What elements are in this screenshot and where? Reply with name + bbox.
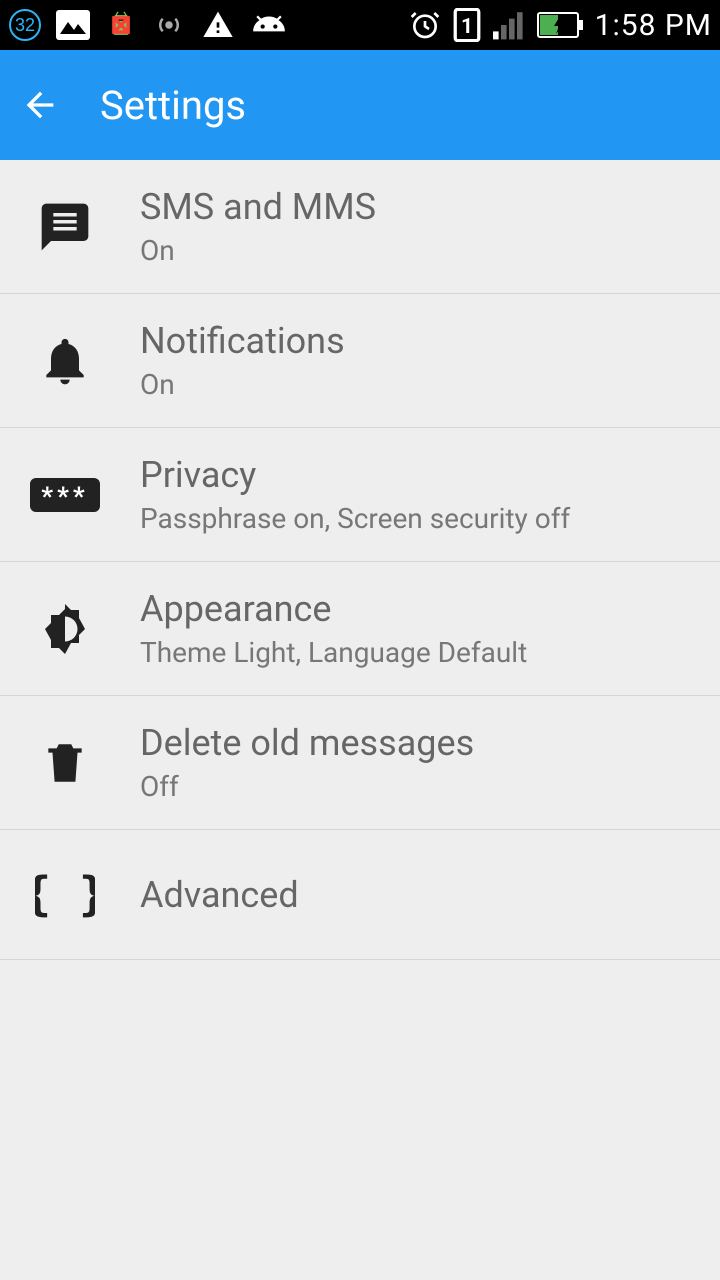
wifi-signal-icon <box>152 10 186 40</box>
status-right: 1 1:58 PM <box>409 8 712 43</box>
notification-badge-icon: 32 <box>8 8 42 42</box>
settings-item-privacy[interactable]: *** Privacy Passphrase on, Screen securi… <box>0 428 720 562</box>
svg-text:{ }: { } <box>35 870 95 920</box>
item-subtitle: Off <box>140 770 474 803</box>
warning-icon <box>200 9 236 41</box>
settings-item-advanced[interactable]: { } Advanced <box>0 830 720 960</box>
app-bar: Settings <box>0 50 720 160</box>
settings-item-notifications[interactable]: Notifications On <box>0 294 720 428</box>
braces-icon: { } <box>20 870 110 920</box>
page-title: Settings <box>100 82 246 129</box>
item-title: SMS and MMS <box>140 186 376 228</box>
bell-icon <box>20 333 110 389</box>
image-icon <box>56 10 90 40</box>
cell-signal-icon <box>493 10 525 40</box>
item-subtitle: On <box>140 234 376 267</box>
item-title: Privacy <box>140 454 570 496</box>
settings-item-appearance[interactable]: Appearance Theme Light, Language Default <box>0 562 720 696</box>
item-title: Notifications <box>140 320 345 362</box>
battery-charging-icon <box>537 12 583 38</box>
item-title: Delete old messages <box>140 722 474 764</box>
message-icon <box>20 199 110 255</box>
settings-list: SMS and MMS On Notifications On *** Priv… <box>0 160 720 960</box>
password-icon: *** <box>20 478 110 512</box>
svg-text:1: 1 <box>461 15 473 39</box>
item-title: Appearance <box>140 588 527 630</box>
item-subtitle: On <box>140 368 345 401</box>
item-title: Advanced <box>140 874 299 916</box>
status-clock: 1:58 PM <box>595 8 712 43</box>
sim-icon: 1 <box>453 8 481 42</box>
status-bar: 32 <box>0 0 720 50</box>
brightness-icon <box>20 599 110 659</box>
android-face-icon <box>250 10 288 40</box>
back-button[interactable] <box>20 85 60 125</box>
status-left: 32 <box>8 8 288 42</box>
svg-text:32: 32 <box>15 15 35 35</box>
settings-item-sms-mms[interactable]: SMS and MMS On <box>0 160 720 294</box>
android-debug-icon <box>104 8 138 42</box>
svg-text:***: *** <box>41 482 88 512</box>
item-subtitle: Theme Light, Language Default <box>140 636 527 669</box>
trash-icon <box>20 735 110 791</box>
settings-item-delete-old[interactable]: Delete old messages Off <box>0 696 720 830</box>
item-subtitle: Passphrase on, Screen security off <box>140 502 570 535</box>
alarm-icon <box>409 9 441 41</box>
